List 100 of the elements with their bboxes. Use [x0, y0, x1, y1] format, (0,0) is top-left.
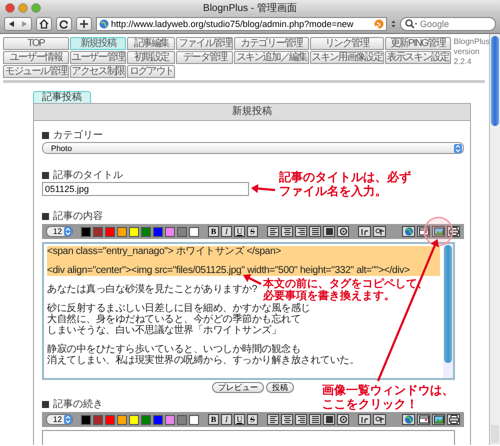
nav-tab[interactable]: スキン用画像設定: [310, 51, 384, 64]
nav-tab[interactable]: カテゴリー管理: [234, 37, 309, 50]
globe-button[interactable]: [402, 414, 415, 425]
block-button[interactable]: [323, 414, 335, 425]
link-button[interactable]: [337, 414, 349, 425]
nav-tab[interactable]: ユーザー管理: [70, 51, 126, 64]
search-field[interactable]: Google: [400, 17, 496, 31]
search-icon[interactable]: [405, 19, 418, 29]
form-button[interactable]: 投稿: [266, 382, 294, 393]
color-swatch[interactable]: [105, 226, 115, 236]
dropdown-icon[interactable]: [391, 20, 396, 28]
format-button[interactable]: B: [208, 414, 219, 425]
color-swatch[interactable]: [141, 226, 151, 236]
window-button[interactable]: [417, 226, 430, 237]
nav-tab[interactable]: 表示スキン設定: [385, 51, 451, 64]
format-button[interactable]: S: [247, 414, 258, 425]
window-button[interactable]: [417, 414, 430, 425]
color-swatch[interactable]: [93, 414, 103, 424]
color-swatch[interactable]: [141, 414, 151, 424]
color-swatch[interactable]: [129, 414, 139, 424]
color-swatch[interactable]: [189, 226, 199, 236]
title-input[interactable]: 051125.jpg: [42, 182, 249, 196]
color-swatch[interactable]: [117, 414, 127, 424]
nav-tab[interactable]: 記事編集: [127, 37, 176, 50]
align-right-button[interactable]: [295, 414, 307, 425]
color-swatch[interactable]: [153, 226, 163, 236]
stepper-icon: [64, 415, 72, 424]
image-button[interactable]: [432, 226, 445, 237]
align-center-button[interactable]: [281, 414, 293, 425]
text-area[interactable]: [42, 242, 455, 380]
align-right-button[interactable]: [295, 226, 307, 237]
color-swatch[interactable]: [105, 414, 115, 424]
format-button[interactable]: [358, 226, 371, 237]
nav-tab[interactable]: 更新PING管理: [385, 37, 451, 50]
nav-tab[interactable]: データ管理: [176, 51, 234, 64]
color-swatch[interactable]: [81, 226, 91, 236]
format-button[interactable]: I: [221, 414, 232, 425]
color-swatch[interactable]: [177, 226, 187, 236]
color-swatch[interactable]: [117, 226, 127, 236]
align-justify-button[interactable]: [309, 414, 321, 425]
reload-icon: [59, 19, 69, 29]
color-swatch[interactable]: [129, 226, 139, 236]
align-justify-button[interactable]: [309, 226, 321, 237]
printer-icon: [448, 227, 458, 236]
font-size-select[interactable]: 12: [46, 414, 73, 425]
nav-tab[interactable]: ユーザー情報: [3, 51, 69, 64]
square-bullet-icon: [42, 172, 49, 178]
zoom-button[interactable]: [31, 2, 41, 12]
color-swatch[interactable]: [189, 414, 199, 424]
format-button[interactable]: B: [208, 226, 219, 237]
category-select[interactable]: Photo: [42, 142, 464, 154]
page-tab[interactable]: 記事投稿: [33, 91, 91, 103]
nav-tab[interactable]: ファイル管理: [176, 37, 234, 50]
block-button[interactable]: [323, 226, 335, 237]
scrollbar[interactable]: [489, 34, 500, 445]
color-swatch[interactable]: [177, 414, 187, 424]
window-icon: [418, 415, 428, 424]
color-swatch[interactable]: [81, 414, 91, 424]
nav-tab[interactable]: 初期設定: [127, 51, 176, 64]
format-button[interactable]: [358, 414, 371, 425]
address-field[interactable]: http://www.ladyweb.org/studio75/blog/admin.php?mode=new: [96, 17, 387, 31]
printer-button[interactable]: [447, 414, 460, 425]
back-forward-button[interactable]: [4, 17, 32, 31]
format-button[interactable]: [373, 226, 386, 237]
close-button[interactable]: [5, 2, 15, 12]
nav-tab[interactable]: リンク管理: [310, 37, 384, 50]
format-button[interactable]: U: [234, 414, 245, 425]
nav-tab[interactable]: 新規投稿: [70, 37, 126, 50]
color-swatch[interactable]: [93, 226, 103, 236]
add-button[interactable]: [76, 17, 92, 31]
nav-tab[interactable]: モジュール管理: [3, 65, 69, 78]
image-button[interactable]: [432, 414, 445, 425]
align-left-button[interactable]: [267, 414, 279, 425]
home-button[interactable]: [36, 17, 52, 31]
align-center-icon: [282, 227, 292, 236]
image-icon: [434, 227, 444, 236]
search-input[interactable]: Google: [420, 19, 490, 29]
color-swatch[interactable]: [153, 414, 163, 424]
form-button[interactable]: プレビュー: [212, 382, 264, 393]
globe-button[interactable]: [402, 226, 415, 237]
window-title: BlognPlus - 管理画面: [203, 2, 297, 14]
align-left-button[interactable]: [267, 226, 279, 237]
nav-tab[interactable]: スキン追加／編集: [234, 51, 309, 64]
reload-button[interactable]: [56, 17, 72, 31]
scrollbar[interactable]: [443, 244, 453, 378]
minimize-button[interactable]: [18, 2, 28, 12]
nav-tab[interactable]: アクセス制限: [70, 65, 126, 78]
format-button[interactable]: [373, 414, 386, 425]
section-heading: 記事のタイトル: [53, 168, 123, 182]
format-button[interactable]: S: [247, 226, 258, 237]
link-button[interactable]: [337, 226, 349, 237]
nav-tab[interactable]: ログアウト: [127, 65, 176, 78]
align-center-button[interactable]: [281, 226, 293, 237]
color-swatch[interactable]: [165, 226, 175, 236]
format-button[interactable]: I: [221, 226, 232, 237]
nav-tab[interactable]: TOP: [3, 37, 69, 50]
color-swatch[interactable]: [165, 414, 175, 424]
format-button[interactable]: U: [234, 226, 245, 237]
font-size-select[interactable]: 12: [46, 226, 73, 237]
printer-button[interactable]: [447, 226, 460, 237]
